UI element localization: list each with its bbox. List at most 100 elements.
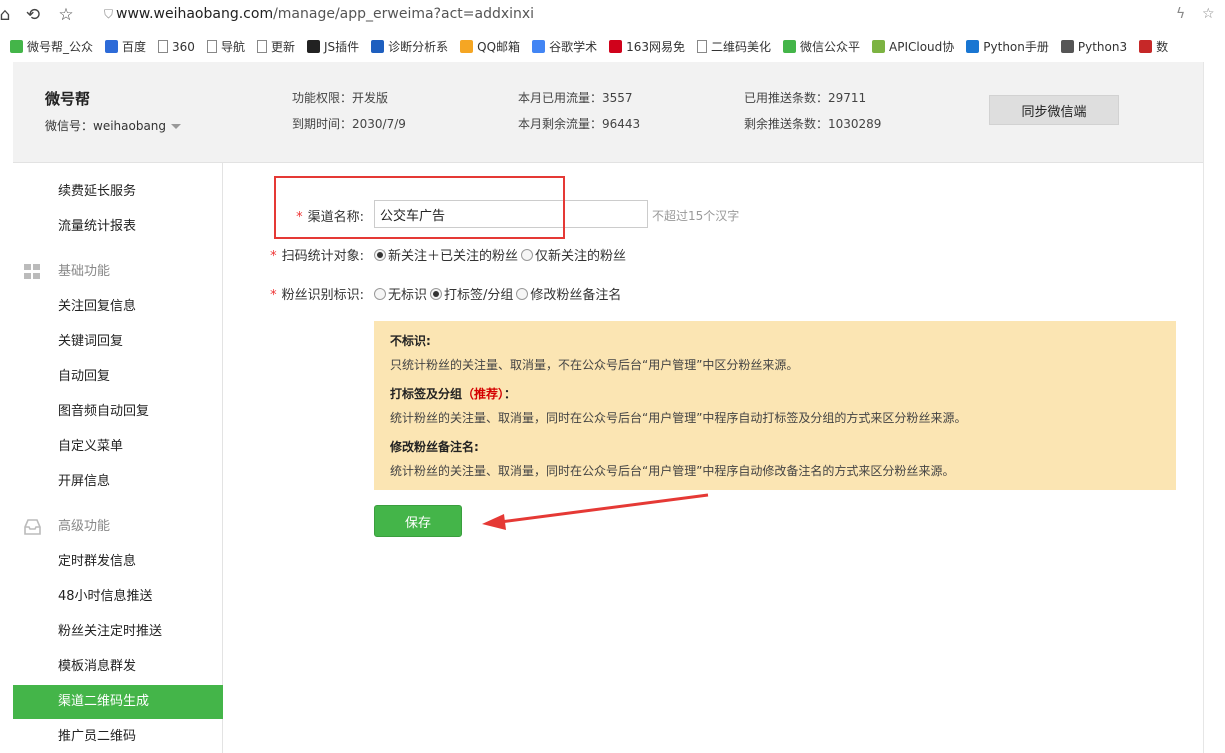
wechat-icon <box>783 40 796 53</box>
page-edge <box>1203 62 1225 753</box>
bookmark-item[interactable]: APICloud协 <box>872 38 954 55</box>
wechat-id-selector[interactable]: 微信号：weihaobang <box>45 117 182 134</box>
wechat-id-label: 微信号：weihaobang <box>45 119 167 133</box>
page-icon <box>158 40 169 53</box>
book-red-icon <box>1139 40 1153 53</box>
info-remark-title: 修改粉丝备注名: <box>390 440 479 454</box>
sidebar-item-keyword-reply[interactable]: 关键词回复 <box>13 325 223 359</box>
bookmark-label: JS插件 <box>323 40 360 54</box>
bookmark-item[interactable]: 微信公众平 <box>783 38 860 55</box>
bookmark-item[interactable]: 诊断分析系 <box>371 38 448 55</box>
bookmark-label: 微信公众平 <box>800 40 861 54</box>
sidebar-item-scheduled-broadcast[interactable]: 定时群发信息 <box>13 545 223 579</box>
bookmark-item[interactable]: Python3 <box>1060 40 1127 54</box>
bookmark-label: 诊断分析系 <box>388 40 449 54</box>
wechat-green-icon <box>10 40 23 53</box>
page-icon <box>696 40 707 53</box>
bookmark-item[interactable]: 数 <box>1139 38 1168 55</box>
sidebar-item-auto-reply[interactable]: 自动回复 <box>13 360 223 394</box>
account-header: 微号帮 微信号：weihaobang 功能权限：开发版 到期时间：2030/7/… <box>13 62 1203 163</box>
sidebar-item-custom-menu[interactable]: 自定义菜单 <box>13 430 223 464</box>
bookmark-item[interactable]: 更新 <box>256 38 295 55</box>
lightning-icon[interactable]: ϟ <box>1176 6 1185 22</box>
sidebar-item-follow-reply[interactable]: 关注回复信息 <box>13 290 223 324</box>
sidebar-item-channel-qrcode[interactable]: 渠道二维码生成 <box>13 685 223 719</box>
remaining-traffic-stat: 本月剩余流量：96443 <box>518 117 641 131</box>
fan-mark-radio-remark[interactable] <box>516 287 529 300</box>
bookmark-item[interactable]: 163网易免 <box>609 38 685 55</box>
bookmark-item[interactable]: 百度 <box>105 38 146 55</box>
bookmark-item[interactable]: 二维码美化 <box>696 38 771 55</box>
brand-title: 微号帮 <box>45 90 91 108</box>
apicloud-icon <box>872 40 886 53</box>
fan-mark-radio-none[interactable] <box>374 287 386 300</box>
info-none-desc: 只统计粉丝的关注量、取消量，不在公众号后台“用户管理”中区分粉丝来源。 <box>390 358 799 372</box>
bookmark-item[interactable]: JS插件 <box>306 38 360 55</box>
bookmark-label: 163网易免 <box>626 40 685 54</box>
used-traffic-stat: 本月已用流量：3557 <box>518 91 633 105</box>
fan-mark-option-tag[interactable]: 打标签/分组 <box>444 284 513 303</box>
bookmark-label: 360 <box>172 39 195 54</box>
bookmark-star-icon[interactable]: ☆ <box>1202 6 1215 22</box>
channel-name-label-text: 渠道名称: <box>307 210 364 225</box>
sidebar-item-traffic-report[interactable]: 流量统计报表 <box>13 210 223 244</box>
star-icon[interactable]: ☆ <box>55 4 77 26</box>
info-tag-recommend: （推荐） <box>462 387 505 401</box>
required-mark: * <box>270 288 277 303</box>
page-icon <box>206 40 217 53</box>
scan-target-option-new[interactable]: 仅新关注的粉丝 <box>535 245 626 264</box>
scan-target-radio-new[interactable] <box>521 248 534 261</box>
bookmark-item[interactable]: 导航 <box>206 38 245 55</box>
sidebar-item-media-auto-reply[interactable]: 图音频自动回复 <box>13 395 223 429</box>
grid-icon <box>24 264 40 279</box>
book-icon <box>1060 40 1074 53</box>
fan-mark-radio-tag[interactable] <box>430 287 443 300</box>
info-tag-title: 打标签及分组（推荐）： <box>390 385 1160 402</box>
info-tag-colon: ： <box>504 387 517 401</box>
fan-mark-label: * 粉丝识别标识: <box>264 284 364 303</box>
fan-mark-options: 无标识 打标签/分组 修改粉丝备注名 <box>374 284 624 303</box>
python-s-icon <box>966 40 980 53</box>
sidebar-item-promoter-qrcode[interactable]: 推广员二维码 <box>13 720 223 753</box>
sidebar-item-splash-info[interactable]: 开屏信息 <box>13 465 223 499</box>
required-mark: * <box>270 249 277 264</box>
scan-target-radio-all[interactable] <box>374 248 386 261</box>
sidebar-group-advanced-label: 高级功能 <box>58 519 111 534</box>
bookmark-label: 二维码美化 <box>710 40 771 54</box>
sidebar: 续费延长服务 流量统计报表 基础功能 关注回复信息 关键词回复 自动回复 图音频… <box>13 163 223 753</box>
bookmark-label: Python手册 <box>983 40 1049 54</box>
bookmark-item[interactable]: QQ邮箱 <box>460 38 520 55</box>
undo-icon[interactable]: ⟲ <box>22 4 44 26</box>
home-icon[interactable]: ⌂ <box>0 4 16 26</box>
bookmark-label: APICloud协 <box>889 40 955 54</box>
url-field[interactable]: ⛉ www.weihaobang.com/manage/app_erweima?a… <box>104 6 534 22</box>
save-button[interactable]: 保存 <box>374 505 462 537</box>
permission-stat: 功能权限：开发版 <box>292 91 389 105</box>
bookmark-item[interactable]: 360 <box>158 40 195 54</box>
remaining-push-stat: 剩余推送条数：1030289 <box>744 117 882 131</box>
bookmark-label: 数 <box>1156 40 1169 54</box>
bookmark-item[interactable]: 微号帮_公众 <box>10 38 93 55</box>
info-none-title: 不标识: <box>390 334 431 348</box>
fan-mark-info-box: 不标识: 只统计粉丝的关注量、取消量，不在公众号后台“用户管理”中区分粉丝来源。… <box>374 321 1176 490</box>
main-content: * 渠道名称: 不超过15个汉字 * 扫码统计对象: 新关注＋已关注的粉丝 仅新关注… <box>224 163 1203 753</box>
shield-icon: ⛉ <box>104 7 114 21</box>
sidebar-item-template-broadcast[interactable]: 模板消息群发 <box>13 650 223 684</box>
bookmark-item[interactable]: 谷歌学术 <box>532 38 597 55</box>
sidebar-item-renew[interactable]: 续费延长服务 <box>13 175 223 209</box>
sync-wechat-button[interactable]: 同步微信端 <box>989 95 1119 125</box>
scan-target-label: * 扫码统计对象: <box>264 245 364 264</box>
fan-mark-option-remark[interactable]: 修改粉丝备注名 <box>530 284 621 303</box>
fan-mark-option-none[interactable]: 无标识 <box>388 284 427 303</box>
channel-name-input[interactable] <box>374 200 648 228</box>
163-icon <box>609 40 623 53</box>
browser-address-bar: ⌂ ⟲ ☆ ⛉ www.weihaobang.com/manage/app_erw… <box>0 0 1225 30</box>
scan-target-option-all[interactable]: 新关注＋已关注的粉丝 <box>388 245 518 264</box>
inbox-icon <box>24 519 41 535</box>
scan-target-label-text: 扫码统计对象: <box>281 249 364 264</box>
url-host: www.weihaobang.com <box>116 6 274 22</box>
sidebar-item-follow-timed-push[interactable]: 粉丝关注定时推送 <box>13 615 223 649</box>
bookmark-item[interactable]: Python手册 <box>966 38 1049 55</box>
sidebar-item-48h-push[interactable]: 48小时信息推送 <box>13 580 223 614</box>
bookmark-label: QQ邮箱 <box>477 40 521 54</box>
